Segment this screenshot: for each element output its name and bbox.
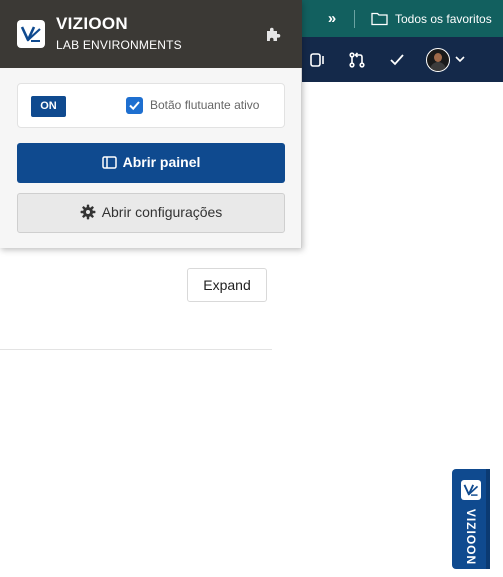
puzzle-icon[interactable] — [264, 25, 282, 43]
tablet-icon[interactable] — [308, 50, 328, 70]
open-panel-label: Abrir painel — [122, 154, 201, 171]
vizioon-logo — [17, 20, 45, 48]
open-panel-button[interactable]: Abrir painel — [17, 143, 285, 183]
all-favorites-link[interactable]: Todos os favoritos — [395, 11, 492, 27]
on-toggle[interactable]: ON — [31, 96, 66, 117]
open-settings-button[interactable]: Abrir configurações — [17, 193, 285, 233]
content-divider — [0, 349, 272, 350]
vizioon-logo-icon — [20, 26, 41, 42]
checkmark-icon — [129, 101, 140, 111]
folder-icon — [371, 12, 388, 26]
popup-header: VIZIOON LAB ENVIRONMENTS — [0, 0, 302, 68]
floating-button-checkbox[interactable] — [126, 97, 143, 114]
open-settings-label: Abrir configurações — [101, 203, 223, 220]
avatar-head — [434, 53, 442, 62]
panel-icon — [101, 156, 117, 169]
floating-button-toggle-card: ON Botão flutuante ativo — [17, 83, 285, 128]
chevron-down-icon[interactable] — [454, 53, 466, 65]
toolbar-separator — [354, 10, 355, 28]
floating-button-label: Botão flutuante ativo — [150, 98, 260, 112]
vizioon-floating-button[interactable]: VIZIOON — [452, 469, 490, 569]
extension-popup: VIZIOON LAB ENVIRONMENTS ON Botão flutua… — [0, 0, 302, 248]
git-pull-request-icon[interactable] — [347, 50, 367, 70]
brand-title: VIZIOON — [56, 14, 128, 33]
gear-icon — [80, 204, 96, 219]
vizioon-logo-icon — [461, 480, 481, 500]
avatar[interactable] — [426, 48, 450, 72]
double-chevron-right-icon[interactable]: » — [323, 10, 341, 28]
floating-button-label: VIZIOON — [464, 508, 478, 566]
expand-button[interactable]: Expand — [187, 268, 267, 302]
checkbox-icon[interactable] — [387, 50, 407, 70]
avatar-body — [430, 62, 446, 71]
brand-subtitle: LAB ENVIRONMENTS — [56, 38, 182, 52]
